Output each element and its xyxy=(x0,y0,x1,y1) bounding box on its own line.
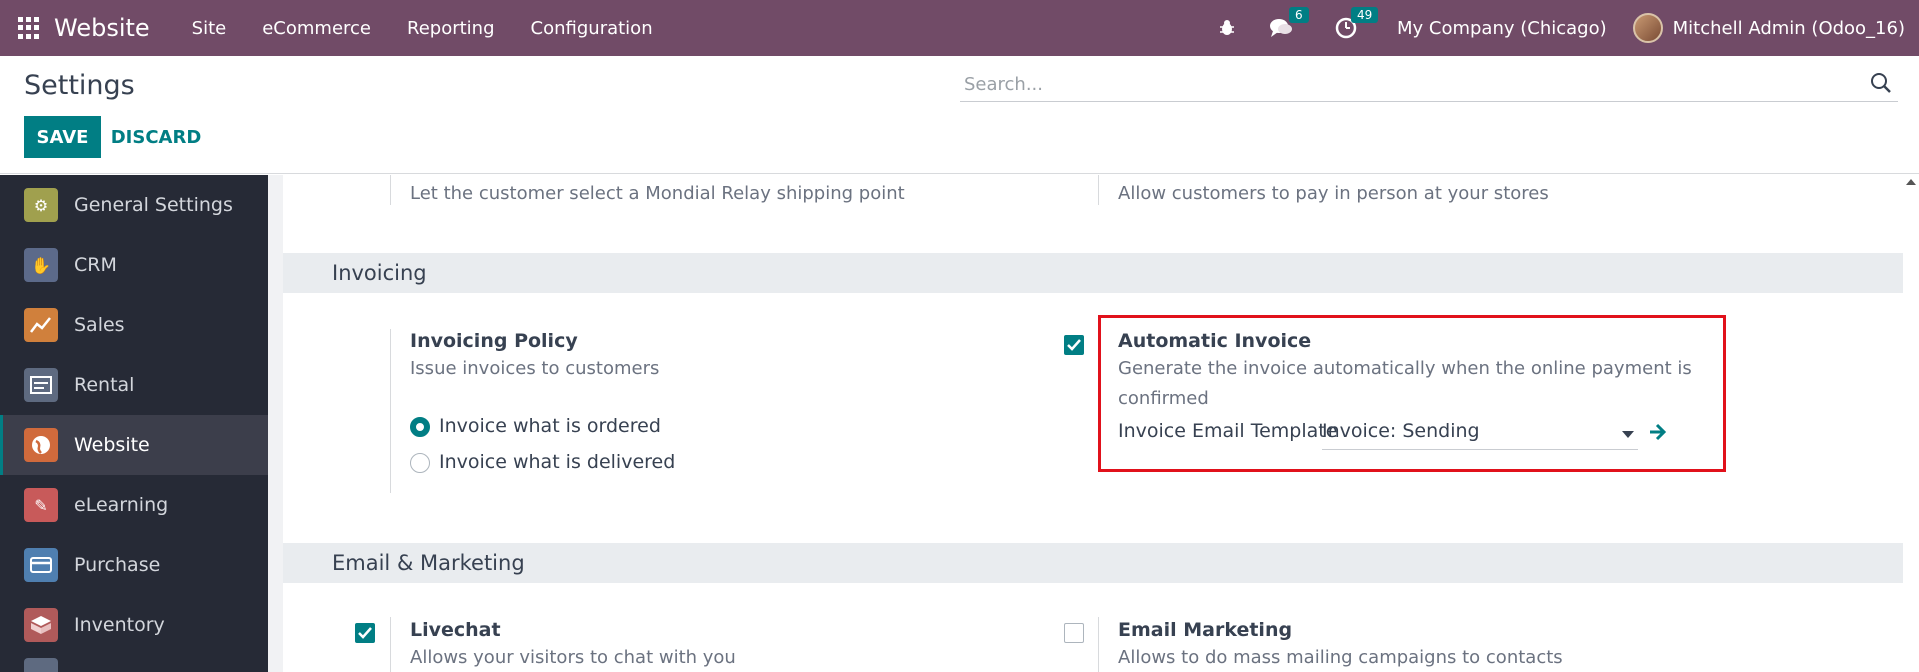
invoice-delivered-radio[interactable] xyxy=(410,453,430,473)
systray: 6 49 My Company (Chicago) Mitchell Admin… xyxy=(1205,0,1919,56)
card-icon xyxy=(24,548,58,582)
top-navbar: Website Site eCommerce Reporting Configu… xyxy=(0,0,1919,56)
livechat-title: Livechat xyxy=(410,619,501,641)
arrow-right-icon[interactable] xyxy=(1648,422,1668,446)
bug-icon[interactable] xyxy=(1217,18,1237,38)
mondial-relay-desc: Let the customer select a Mondial Relay … xyxy=(410,183,905,204)
sidebar-item-label: Rental xyxy=(74,374,135,396)
automatic-invoice-desc-line1: Generate the invoice automatically when … xyxy=(1118,358,1692,379)
sidebar-item-website[interactable]: Website xyxy=(0,415,268,475)
nav-reporting[interactable]: Reporting xyxy=(389,18,513,39)
control-panel: Settings SAVE DISCARD xyxy=(0,56,1919,174)
sidebar-item-purchase[interactable]: Purchase xyxy=(0,535,268,595)
email-marketing-checkbox[interactable] xyxy=(1064,623,1084,643)
sidebar-item-label: Purchase xyxy=(74,554,161,576)
sidebar-item-label: General Settings xyxy=(74,194,233,216)
automatic-invoice-checkbox[interactable] xyxy=(1064,335,1084,355)
invoice-email-template-select[interactable]: Invoice: Sending xyxy=(1322,420,1638,450)
email-marketing-desc: Allows to do mass mailing campaigns to c… xyxy=(1118,647,1563,668)
sidebar-item-label: eLearning xyxy=(74,494,169,516)
sidebar-item-label: Inventory xyxy=(74,614,165,636)
activities-icon[interactable]: 49 xyxy=(1335,7,1379,39)
automatic-invoice-desc-line2: confirmed xyxy=(1118,388,1209,409)
template-select-value: Invoice: Sending xyxy=(1322,420,1480,442)
globe-icon xyxy=(24,428,58,462)
divider xyxy=(1098,617,1099,672)
search-input[interactable] xyxy=(960,68,1840,100)
settings-sidebar: ⚙ General Settings ✋ CRM Sales Rental We… xyxy=(0,175,268,672)
settings-content: Let the customer select a Mondial Relay … xyxy=(268,175,1919,672)
calendar-icon xyxy=(24,368,58,402)
user-menu[interactable]: Mitchell Admin (Odoo_16) xyxy=(1632,13,1905,43)
messages-badge: 6 xyxy=(1288,7,1309,23)
chevron-down-icon xyxy=(1622,431,1634,438)
sidebar-item-rental[interactable]: Rental xyxy=(0,355,268,415)
check-icon xyxy=(358,627,372,639)
handshake-icon: ✋ xyxy=(24,248,58,282)
company-switcher[interactable]: My Company (Chicago) xyxy=(1397,18,1607,39)
sidebar-item-general-settings[interactable]: ⚙ General Settings xyxy=(0,175,268,235)
invoicing-section-title: Invoicing xyxy=(332,261,427,285)
save-button[interactable]: SAVE xyxy=(24,116,101,158)
activities-badge: 49 xyxy=(1350,7,1379,23)
divider xyxy=(390,329,391,493)
nav-site[interactable]: Site xyxy=(174,18,245,39)
nav-configuration[interactable]: Configuration xyxy=(513,18,671,39)
elearning-icon: ✎ xyxy=(24,488,58,522)
gear-icon: ⚙ xyxy=(24,188,58,222)
automatic-invoice-title: Automatic Invoice xyxy=(1118,330,1312,352)
box-icon xyxy=(24,608,58,642)
page-title: Settings xyxy=(24,70,135,101)
discard-button[interactable]: DISCARD xyxy=(104,116,208,158)
divider xyxy=(390,175,391,205)
sidebar-item-label: Sales xyxy=(74,314,125,336)
nav-ecommerce[interactable]: eCommerce xyxy=(244,18,389,39)
invoice-delivered-label[interactable]: Invoice what is delivered xyxy=(439,451,675,473)
avatar xyxy=(1632,13,1663,43)
invoicing-section-header: Invoicing xyxy=(283,253,1903,293)
sidebar-item-partial[interactable] xyxy=(0,655,268,672)
email-marketing-title: Email Marketing xyxy=(1118,619,1293,641)
pay-in-store-desc: Allow customers to pay in person at your… xyxy=(1118,183,1549,204)
email-marketing-section-title: Email & Marketing xyxy=(332,551,525,575)
app-brand[interactable]: Website xyxy=(54,14,150,42)
search-icon[interactable] xyxy=(1870,72,1892,98)
email-marketing-section-header: Email & Marketing xyxy=(283,543,1903,583)
livechat-checkbox[interactable] xyxy=(355,623,375,643)
apps-menu-icon[interactable] xyxy=(18,17,40,39)
divider xyxy=(390,617,391,672)
sidebar-item-sales[interactable]: Sales xyxy=(0,295,268,355)
sidebar-item-crm[interactable]: ✋ CRM xyxy=(0,235,268,295)
messages-icon[interactable]: 6 xyxy=(1269,7,1309,39)
content-gutter xyxy=(268,175,283,672)
scrollbar[interactable] xyxy=(1903,175,1919,672)
sidebar-item-inventory[interactable]: Inventory xyxy=(0,595,268,655)
sidebar-item-label: Website xyxy=(74,434,150,456)
invoice-ordered-label[interactable]: Invoice what is ordered xyxy=(439,415,661,437)
invoice-email-template-label: Invoice Email Template xyxy=(1118,420,1338,442)
invoicing-policy-desc: Issue invoices to customers xyxy=(410,358,660,379)
user-name: Mitchell Admin (Odoo_16) xyxy=(1672,17,1905,39)
invoicing-policy-title: Invoicing Policy xyxy=(410,330,578,352)
sidebar-item-label: CRM xyxy=(74,254,117,276)
check-icon xyxy=(1067,339,1081,351)
search-bar xyxy=(960,68,1898,102)
divider xyxy=(1098,175,1099,205)
invoice-ordered-radio[interactable] xyxy=(410,417,430,437)
sidebar-item-elearning[interactable]: ✎ eLearning xyxy=(0,475,268,535)
scroll-up-icon[interactable] xyxy=(1906,179,1916,185)
livechat-desc: Allows your visitors to chat with you xyxy=(410,647,736,668)
app-icon xyxy=(24,658,58,672)
chart-line-icon xyxy=(24,308,58,342)
